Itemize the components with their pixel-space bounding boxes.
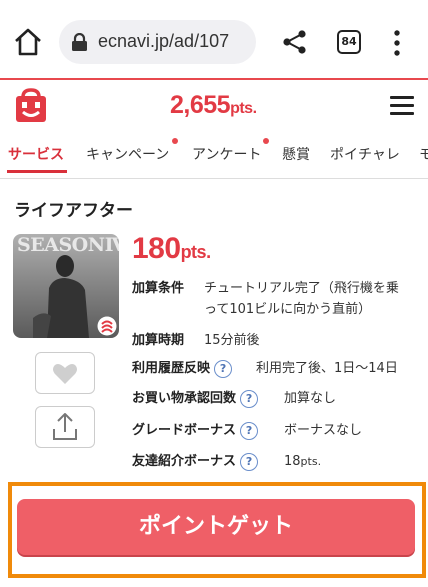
offer-thumbnail[interactable]: SEASONⅣ (13, 234, 119, 338)
tab-poichalle[interactable]: ポイチャレ (330, 144, 400, 164)
detail-label: グレードボーナス (132, 423, 237, 438)
ecnavi-logo-icon[interactable] (13, 88, 49, 124)
tab-campaign[interactable]: キャンペーン (86, 144, 169, 164)
favorite-button[interactable] (35, 352, 95, 394)
campaign-new-dot (172, 138, 178, 144)
url-text: ecnavi.jp/ad/107 (98, 31, 230, 51)
tab-sweepstakes[interactable]: 懸賞 (282, 144, 310, 164)
home-icon[interactable] (12, 26, 44, 58)
netease-badge-icon (97, 316, 117, 336)
share-icon[interactable] (282, 29, 308, 55)
header-divider (0, 78, 428, 80)
reward-points: 180pts. (132, 232, 211, 266)
reward-unit: pts. (180, 242, 212, 262)
browser-toolbar: ecnavi.jp/ad/107 84 (0, 0, 428, 78)
survey-new-dot (263, 138, 269, 144)
detail-value: ボーナスなし (284, 423, 363, 438)
detail-value: 15分前後 (204, 333, 260, 348)
share-button[interactable] (35, 406, 95, 448)
help-icon[interactable]: ? (240, 452, 259, 471)
upload-share-icon (53, 413, 77, 440)
detail-value: 利用完了後、1日〜14日 (256, 361, 398, 376)
more-icon[interactable] (387, 28, 407, 58)
detail-label: 友達紹介ボーナス (132, 454, 237, 469)
tab-service[interactable]: サービス (8, 144, 64, 164)
detail-referral-bonus: 友達紹介ボーナス? 18pts. (132, 451, 321, 472)
tab-count: 84 (341, 35, 357, 48)
detail-label: 利用履歴反映 (132, 361, 211, 376)
hamburger-menu-icon[interactable] (390, 96, 414, 116)
category-tabs: サービス キャンペーン アンケート 懸賞 ポイチャレ モ (0, 138, 428, 178)
tab-switcher-button[interactable]: 84 (337, 30, 361, 54)
detail-value-line2: って101ビルに向かう直前） (204, 302, 372, 317)
detail-timing: 加算時期 15分前後 (132, 330, 260, 351)
offer-title: ライフアフター (14, 201, 133, 221)
tab-survey[interactable]: アンケート (192, 144, 261, 164)
heart-icon (53, 364, 77, 384)
help-icon[interactable]: ? (240, 389, 259, 408)
referral-points: 18 (284, 454, 301, 469)
active-tab-underline (7, 170, 67, 173)
points-value: 2,655 (170, 91, 231, 119)
detail-label: お買い物承認回数 (132, 391, 237, 406)
detail-label: 加算条件 (132, 281, 185, 296)
silhouette-figure-icon (33, 255, 89, 338)
detail-label: 加算時期 (132, 333, 185, 348)
detail-value: チュートリアル完了（飛行機を乗 (204, 281, 399, 296)
help-icon[interactable]: ? (240, 421, 259, 440)
referral-unit: pts. (300, 455, 322, 468)
detail-grade-bonus: グレードボーナス? ボーナスなし (132, 420, 362, 441)
detail-condition: 加算条件 チュートリアル完了（飛行機を乗 って101ビルに向かう直前） (132, 278, 399, 317)
tab-more[interactable]: モ (419, 144, 428, 164)
points-balance: 2,655pts. (170, 91, 257, 120)
detail-approval: お買い物承認回数? 加算なし (132, 388, 336, 409)
get-points-button[interactable]: ポイントゲット (17, 499, 415, 555)
detail-value: 加算なし (284, 391, 337, 406)
points-unit: pts. (230, 100, 257, 117)
lock-icon (72, 33, 87, 51)
reward-value: 180 (132, 232, 181, 265)
detail-history: 利用履歴反映? 利用完了後、1日〜14日 (132, 358, 398, 379)
detail-value: 18pts. (284, 451, 321, 472)
address-bar[interactable]: ecnavi.jp/ad/107 (59, 20, 256, 64)
nav-divider (0, 178, 428, 179)
help-icon[interactable]: ? (214, 359, 233, 378)
